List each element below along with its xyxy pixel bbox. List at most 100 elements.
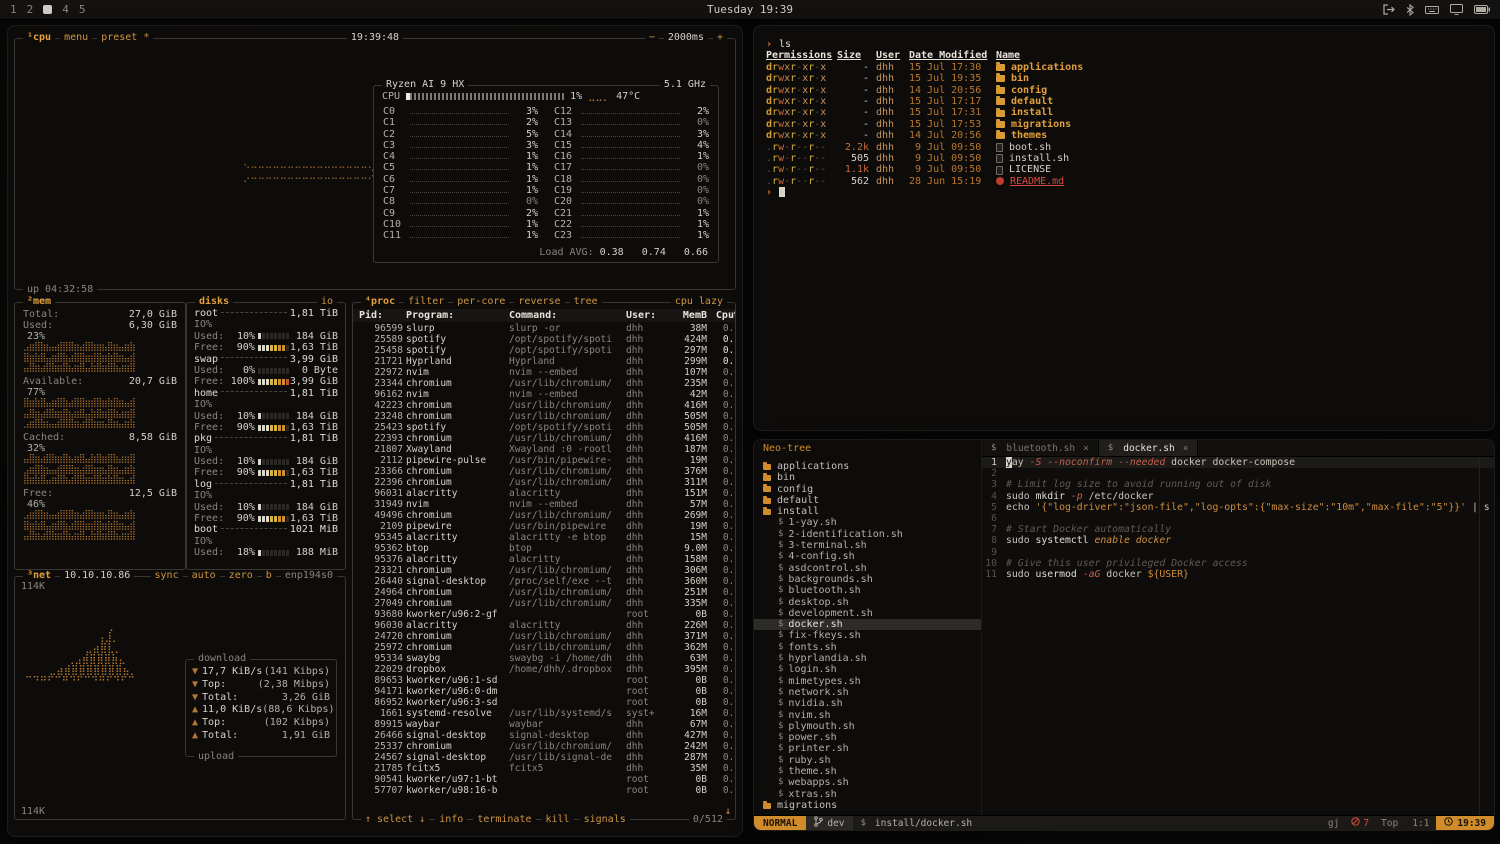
bluetooth-icon[interactable] [1406, 4, 1414, 16]
net-zero-button[interactable]: zero [225, 570, 257, 582]
process-row[interactable]: 25589spotify/opt/spotify/spotidhh424M0.2 [353, 334, 735, 345]
proc-footer-terminate-button[interactable]: terminate [473, 814, 535, 826]
process-row[interactable]: 25458spotify/opt/spotify/spotidhh297M0.2 [353, 345, 735, 356]
process-row[interactable]: 90541kworker/u97:1-btroot0B0.0 [353, 774, 735, 785]
tree-item-nvim.sh[interactable]: $nvim.sh [754, 710, 981, 721]
process-row[interactable]: 21807XwaylandXwayland :0 -rootldhh187M0.… [353, 444, 735, 455]
tree-item-fonts.sh[interactable]: $fonts.sh [754, 642, 981, 653]
process-row[interactable]: 25972chromium/usr/lib/chromium/dhh362M0.… [353, 642, 735, 653]
interval-decrease-button[interactable]: − [645, 32, 659, 44]
proc-per-core-button[interactable]: per-core [453, 296, 509, 308]
neotree-panel[interactable]: Neo-tree applicationsbinconfigdefaultins… [754, 440, 982, 815]
workspace-2[interactable]: 2 [27, 3, 34, 16]
workspace-5[interactable]: 5 [79, 3, 86, 16]
tree-item-install[interactable]: install [754, 506, 981, 517]
keyboard-icon[interactable] [1425, 5, 1439, 15]
tree-item-theme.sh[interactable]: $theme.sh [754, 766, 981, 777]
tree-item-hyprlandia.sh[interactable]: $hyprlandia.sh [754, 653, 981, 664]
tree-item-4-config.sh[interactable]: $4-config.sh [754, 551, 981, 562]
proc-reverse-button[interactable]: reverse [514, 296, 564, 308]
process-row[interactable]: 95334swaybgswaybg -i /home/dhdhh63M0.0 [353, 653, 735, 664]
process-row[interactable]: 23248chromium/usr/lib/chromium/dhh505M0.… [353, 411, 735, 422]
sort-mode-button[interactable]: cpu lazy [671, 296, 727, 308]
process-row[interactable]: 86952kworker/u96:3-sdroot0B0.0 [353, 697, 735, 708]
tree-item-bluetooth.sh[interactable]: $bluetooth.sh [754, 585, 981, 596]
process-row[interactable]: 23366chromium/usr/lib/chromium/dhh376M0.… [353, 466, 735, 477]
process-row[interactable]: 25337chromium/usr/lib/chromium/dhh242M0.… [353, 741, 735, 752]
tree-item-nvidia.sh[interactable]: $nvidia.sh [754, 698, 981, 709]
tree-item-fix-fkeys.sh[interactable]: $fix-fkeys.sh [754, 630, 981, 641]
process-row[interactable]: 22393chromium/usr/lib/chromium/dhh416M0.… [353, 433, 735, 444]
workspace-4[interactable]: 4 [62, 3, 69, 16]
process-row[interactable]: 57707kworker/u98:16-broot0B0.0 [353, 785, 735, 796]
process-row[interactable]: 27049chromium/usr/lib/chromium/dhh335M0.… [353, 598, 735, 609]
process-row[interactable]: 31949nvimnvim --embeddhh57M0.0 [353, 499, 735, 510]
battery-icon[interactable] [1474, 5, 1490, 14]
tree-item-applications[interactable]: applications [754, 461, 981, 472]
tree-item-development.sh[interactable]: $development.sh [754, 608, 981, 619]
tree-item-desktop.sh[interactable]: $desktop.sh [754, 597, 981, 608]
proc-footer-info-button[interactable]: info [435, 814, 467, 826]
process-row[interactable]: 89915waybarwaybardhh67M0.0 [353, 719, 735, 730]
interval-increase-button[interactable]: + [713, 32, 727, 44]
process-row[interactable]: 96162nvimnvim --embeddhh42M0.0 [353, 389, 735, 400]
terminal-window[interactable]: › ls PermissionsSizeUserDate ModifiedNam… [754, 26, 1494, 430]
network-interface[interactable]: enp194s0 [281, 570, 337, 582]
process-row[interactable]: 89653kworker/u96:1-sdroot0B0.0 [353, 675, 735, 686]
process-row[interactable]: 42223chromium/usr/lib/chromium/dhh416M0.… [353, 400, 735, 411]
process-row[interactable]: 96599slurpslurp -ordhh38M0.0 [353, 323, 735, 334]
workspace-1[interactable]: 1 [10, 3, 17, 16]
proc-footer-kill-button[interactable]: kill [542, 814, 574, 826]
tree-item-asdcontrol.sh[interactable]: $asdcontrol.sh [754, 563, 981, 574]
tree-item-docker.sh[interactable]: $docker.sh [754, 619, 981, 630]
process-row[interactable]: 1661systemd-resolve/usr/lib/systemd/ssys… [353, 708, 735, 719]
net-b-button[interactable]: b [262, 570, 276, 582]
process-row[interactable]: 21785fcitx5fcitx5dhh35M0.0 [353, 763, 735, 774]
io-mode-button[interactable]: io [317, 296, 337, 308]
editor[interactable]: 1yay -S --noconfirm --needed docker dock… [982, 457, 1494, 815]
tree-item-config[interactable]: config [754, 484, 981, 495]
tree-item-printer.sh[interactable]: $printer.sh [754, 743, 981, 754]
process-row[interactable]: 2112pipewire-pulse/usr/bin/pipewire-dhh1… [353, 455, 735, 466]
process-row[interactable]: 24964chromium/usr/lib/chromium/dhh251M0.… [353, 587, 735, 598]
tree-item-network.sh[interactable]: $network.sh [754, 687, 981, 698]
process-row[interactable]: 25423spotify/opt/spotify/spotidhh505M0.0 [353, 422, 735, 433]
workspace-3[interactable] [43, 5, 52, 14]
process-row[interactable]: 24567signal-desktop/usr/lib/signal-dedhh… [353, 752, 735, 763]
tree-item-power.sh[interactable]: $power.sh [754, 732, 981, 743]
net-auto-button[interactable]: auto [188, 570, 220, 582]
process-row[interactable]: 21721HyprlandHyprlanddhh299M0.1 [353, 356, 735, 367]
tree-item-plymouth.sh[interactable]: $plymouth.sh [754, 721, 981, 732]
tree-item-default[interactable]: default [754, 495, 981, 506]
preset-button[interactable]: preset * [97, 32, 153, 44]
tree-item-backgrounds.sh[interactable]: $backgrounds.sh [754, 574, 981, 585]
tree-item-migrations[interactable]: migrations [754, 800, 981, 811]
tree-item-1-yay.sh[interactable]: $1-yay.sh [754, 517, 981, 528]
tree-item-bin[interactable]: bin [754, 472, 981, 483]
process-row[interactable]: 26440signal-desktop/proc/self/exe --tdhh… [353, 576, 735, 587]
tree-item-login.sh[interactable]: $login.sh [754, 664, 981, 675]
process-row[interactable]: 49496chromium/usr/lib/chromium/dhh269M0.… [353, 510, 735, 521]
process-row[interactable]: 23344chromium/usr/lib/chromium/dhh235M0.… [353, 378, 735, 389]
tree-item-3-terminal.sh[interactable]: $3-terminal.sh [754, 540, 981, 551]
proc-footer-select-button[interactable]: ↑ select ↓ [361, 814, 429, 826]
tree-item-mimetypes.sh[interactable]: $mimetypes.sh [754, 676, 981, 687]
process-row[interactable]: 96030alacrittyalacrittydhh226M0.0 [353, 620, 735, 631]
process-row[interactable]: 22396chromium/usr/lib/chromium/dhh311M0.… [353, 477, 735, 488]
process-row[interactable]: 2109pipewire/usr/bin/pipewiredhh19M0.0 [353, 521, 735, 532]
tree-item-2-identification.sh[interactable]: $2-identification.sh [754, 529, 981, 540]
workspace-switcher[interactable]: 12 45 [10, 3, 86, 16]
proc-footer-signals-button[interactable]: signals [580, 814, 630, 826]
proc-filter-button[interactable]: filter [404, 296, 448, 308]
tab-bluetooth.sh[interactable]: $bluetooth.sh× [982, 440, 1099, 456]
proc-tree-button[interactable]: tree [570, 296, 602, 308]
logout-icon[interactable] [1383, 4, 1395, 15]
process-row[interactable]: 95376alacrittyalacrittydhh158M0.0 [353, 554, 735, 565]
close-tab-icon[interactable]: × [1083, 443, 1089, 454]
process-row[interactable]: 95345alacrittyalacritty -e btopdhh15M0.0 [353, 532, 735, 543]
process-row[interactable]: 22029dropbox/home/dhh/.dropboxdhh395M0.0 [353, 664, 735, 675]
display-icon[interactable] [1450, 4, 1463, 15]
process-row[interactable]: 24720chromium/usr/lib/chromium/dhh371M0.… [353, 631, 735, 642]
net-sync-button[interactable]: sync [151, 570, 183, 582]
neovim-window[interactable]: Neo-tree applicationsbinconfigdefaultins… [754, 440, 1494, 830]
